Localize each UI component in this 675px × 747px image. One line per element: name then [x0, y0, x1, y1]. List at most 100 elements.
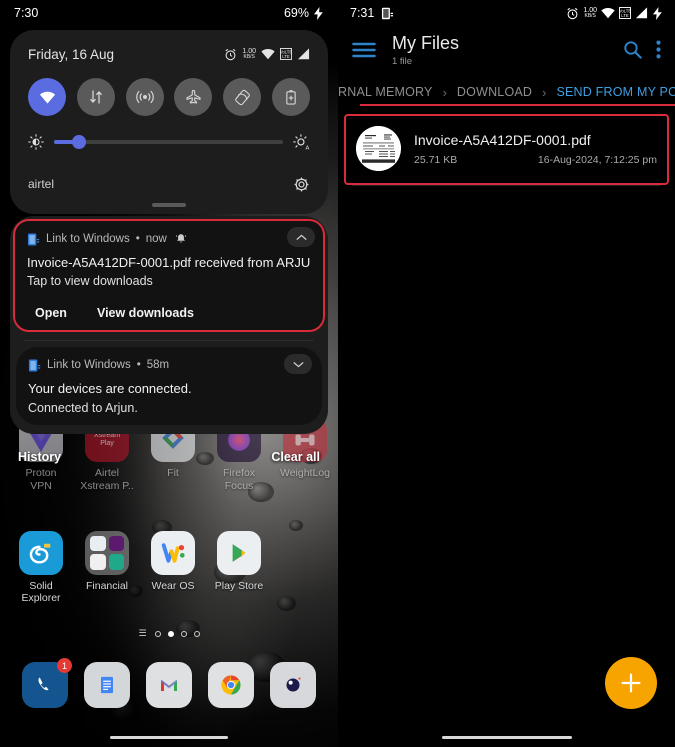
airplane-mode-tile[interactable]	[174, 78, 213, 116]
notification-body: Connected to Arjun.	[28, 400, 138, 415]
clear-all-button[interactable]: Clear all	[271, 450, 320, 464]
app-label: Wear OS	[151, 579, 195, 592]
app-list-icon[interactable]: ☰	[138, 628, 146, 639]
notification-app-name: Link to Windows	[47, 359, 131, 372]
app-label: Airtel Xstream P..	[80, 467, 134, 492]
dock-chrome[interactable]	[208, 662, 254, 708]
app-play-store[interactable]: Play Store	[206, 530, 272, 606]
notification-body: Tap to view downloads	[27, 274, 153, 289]
solid-explorer-icon	[19, 530, 63, 575]
notification-link-to-windows-connected[interactable]: Link to Windows • 58m Your devices are c…	[16, 347, 322, 425]
link-to-windows-icon	[27, 233, 40, 245]
app-label: WeightLog	[279, 467, 330, 479]
signal-icon	[635, 7, 648, 19]
wifi-icon	[601, 7, 615, 19]
status-bar: 7:30 69%	[0, 0, 338, 26]
chevron-right-icon: ›	[542, 84, 547, 100]
mobile-data-tile[interactable]	[76, 78, 115, 116]
hotspot-icon	[135, 90, 154, 104]
dock-camera[interactable]	[270, 662, 316, 708]
app-label: Firefox Focus	[222, 467, 256, 492]
gear-icon[interactable]	[293, 176, 310, 193]
file-list-item[interactable]: Invoice-A5A412DF-0001.pdf 25.71 KB 16-Au…	[348, 120, 665, 179]
auto-rotate-icon	[234, 89, 250, 105]
view-downloads-button[interactable]: View downloads	[97, 306, 194, 320]
pdf-thumbnail	[356, 126, 401, 171]
status-bar: 7:31 1.00 KB/S VoLTE LTE	[338, 0, 675, 26]
phone-icon	[38, 677, 49, 691]
history-button[interactable]: History	[18, 450, 61, 464]
hamburger-icon[interactable]	[352, 42, 376, 58]
svg-text:A: A	[305, 145, 309, 151]
app-wear-os[interactable]: Wear OS	[140, 530, 206, 606]
plus-icon	[621, 673, 641, 693]
search-icon[interactable]	[623, 40, 642, 59]
battery-percent-label: 69%	[283, 6, 309, 20]
notification-expand-button[interactable]	[284, 354, 312, 375]
chrome-icon	[221, 675, 241, 695]
notification-app-name: Link to Windows	[46, 233, 130, 245]
app-solid-explorer[interactable]: Solid Explorer	[8, 530, 74, 606]
notification-header: Link to Windows • now	[27, 227, 315, 248]
file-sub-row: 25.71 KB 16-Aug-2024, 7:12:25 pm	[414, 154, 657, 166]
quick-settings-panel: Friday, 16 Aug 1.00 KB/S VoLTE LTE A air…	[10, 30, 328, 214]
auto-rotate-tile[interactable]	[223, 78, 262, 116]
add-button[interactable]	[605, 657, 657, 709]
alarm-icon	[225, 48, 236, 60]
navigation-bar-handle[interactable]	[110, 735, 228, 739]
quick-settings-drag-handle[interactable]	[152, 203, 186, 207]
brightness-slider[interactable]	[54, 135, 283, 149]
brightness-slider-knob[interactable]	[72, 135, 87, 149]
page-dot[interactable]	[180, 630, 187, 637]
chevron-down-icon	[293, 361, 303, 368]
page-title: My Files	[392, 33, 459, 53]
notification-time: now	[145, 233, 167, 245]
app-label: Play Store	[214, 579, 264, 592]
alarm-icon	[567, 7, 578, 19]
app-row-2: Solid Explorer Financial Wear OS Play St…	[0, 530, 338, 606]
open-button[interactable]: Open	[35, 306, 67, 320]
financial-folder-icon	[85, 530, 129, 575]
right-phone-pane: 7:31 1.00 KB/S VoLTE LTE My Files 1 file…	[338, 0, 675, 747]
dock-docs[interactable]	[84, 662, 130, 708]
notification-link-to-windows-file[interactable]: Link to Windows • now Invoice-A5A412DF-0…	[13, 219, 325, 333]
header-actions	[623, 40, 661, 59]
play-store-icon	[217, 530, 261, 575]
hotspot-tile[interactable]	[125, 78, 164, 116]
dock-gmail[interactable]	[146, 662, 192, 708]
more-vertical-icon[interactable]	[656, 40, 661, 59]
breadcrumb-send-from-my-pc[interactable]: SEND FROM MY PC	[556, 85, 675, 99]
wifi-tile[interactable]	[28, 78, 66, 116]
home-screen-apps: Proton VPN Xstream Play Airtel Xstream P.. …	[0, 418, 338, 605]
file-name: Invoice-A5A412DF-0001.pdf	[414, 131, 591, 148]
qs-date-label: Friday, 16 Aug	[28, 46, 115, 62]
app-financial-folder[interactable]: Financial	[74, 530, 140, 606]
battery-saver-tile[interactable]	[271, 78, 310, 116]
quick-settings-header: Friday, 16 Aug 1.00 KB/S VoLTE LTE	[28, 42, 310, 66]
list-divider	[352, 185, 661, 186]
link-to-windows-icon	[382, 7, 394, 19]
navigation-bar-handle[interactable]	[441, 735, 572, 739]
file-count-label: 1 file	[392, 55, 413, 67]
breadcrumb-download[interactable]: DOWNLOAD	[457, 85, 532, 99]
dock-phone[interactable]: 1	[22, 658, 72, 708]
notification-title: Invoice-A5A412DF-0001.pdf received from …	[27, 255, 311, 270]
notification-title: Your devices are connected.	[28, 381, 192, 397]
quick-settings-tiles	[28, 78, 310, 116]
app-label: Proton VPN	[25, 467, 57, 492]
file-highlight-box: Invoice-A5A412DF-0001.pdf 25.71 KB 16-Au…	[344, 114, 669, 185]
notification-actions: Open View downloads	[27, 306, 311, 320]
svg-text:LTE: LTE	[621, 13, 629, 18]
page-dot-current[interactable]	[167, 630, 174, 637]
page-dot[interactable]	[193, 630, 200, 637]
breadcrumb: RNAL MEMORY › DOWNLOAD › SEND FROM MY PC	[338, 78, 675, 106]
notification-collapse-button[interactable]	[287, 227, 315, 247]
battery-saver-icon	[286, 89, 296, 105]
page-dot[interactable]	[154, 630, 161, 637]
file-date: 16-Aug-2024, 7:12:25 pm	[537, 153, 657, 166]
docs-icon	[101, 676, 113, 694]
app-label: Solid Explorer	[21, 579, 61, 605]
breadcrumb-internal-memory[interactable]: RNAL MEMORY	[338, 85, 433, 99]
bolt-icon	[653, 6, 662, 20]
signal-icon	[297, 48, 310, 60]
